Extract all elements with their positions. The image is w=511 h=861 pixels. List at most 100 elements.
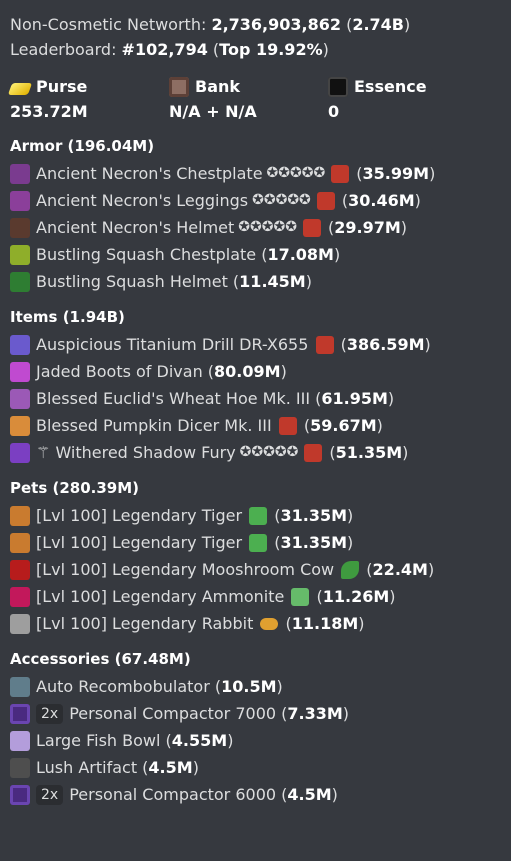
item-price: 30.46M: [348, 191, 415, 210]
items-list: Auspicious Titanium Drill DR-X655 (386.5…: [10, 331, 501, 466]
leaderboard-rank: #102,794: [121, 40, 208, 59]
green-head-icon: [249, 533, 268, 552]
item-price: 386.59M: [346, 335, 425, 354]
item-price: 11.18M: [291, 614, 359, 633]
list-item: Blessed Euclid's Wheat Hoe Mk. III (61.9…: [10, 385, 501, 412]
gold-ingot-icon: [7, 82, 33, 95]
essence-head-icon: [328, 76, 348, 97]
item-price: 22.4M: [372, 560, 428, 579]
item-price: 11.45M: [239, 272, 306, 291]
list-item: Blessed Pumpkin Dicer Mk. III (59.67M): [10, 412, 501, 439]
item-price: 4.5M: [287, 785, 332, 804]
stat-essence: Essence 0: [328, 74, 487, 124]
leaderboard-top: Top 19.92%: [219, 40, 323, 59]
stat-label: Purse: [36, 77, 88, 96]
stars: ✪✪✪✪✪: [266, 165, 326, 181]
list-item: Jaded Boots of Divan (80.09M): [10, 358, 501, 385]
item-price: 61.95M: [321, 389, 388, 408]
stat-value: N/A + N/A: [169, 102, 257, 121]
stats-row: Purse 253.72M Bank N/A + N/A Essence 0: [7, 74, 501, 124]
section-title-items: Items (1.94B): [10, 308, 125, 326]
list-item: Ancient Necron's Helmet ✪✪✪✪✪ (29.97M): [10, 214, 501, 241]
recombobulator-icon: [315, 335, 334, 354]
item-price: 51.35M: [335, 443, 403, 462]
item-price: 59.67M: [310, 416, 377, 435]
recombobulator-icon: [304, 443, 323, 462]
list-item: Auto Recombobulator (10.5M): [10, 673, 501, 700]
creeper-head-icon: [291, 587, 310, 606]
armor-list: Ancient Necron's Chestplate ✪✪✪✪✪ (35.99M…: [10, 160, 501, 295]
networth-value: 2,736,903,862: [211, 15, 341, 34]
bread-icon: [260, 617, 279, 630]
helmet-icon: [10, 217, 30, 238]
chestplate-icon: [10, 163, 30, 184]
stat-label: Essence: [354, 77, 427, 96]
recombobulator-icon: [278, 416, 297, 435]
stars: ✪✪✪✪✪: [252, 192, 311, 208]
stat-label: Bank: [195, 77, 241, 96]
rabbit-icon: [10, 613, 30, 634]
leggings-icon: [10, 190, 30, 211]
stat-value: 253.72M: [10, 102, 88, 121]
dungeon-prefix: ⚚: [36, 443, 51, 462]
dicer-icon: [10, 415, 30, 436]
item-price: 31.35M: [280, 533, 347, 552]
recombobulator-head-icon: [10, 676, 30, 697]
leaderboard-line: Leaderboard: #102,794 (Top 19.92%): [10, 40, 329, 59]
pets-list: [Lvl 100] Legendary Tiger (31.35M) [Lvl …: [10, 502, 501, 637]
list-item: Large Fish Bowl (4.55M): [10, 727, 501, 754]
list-item: [Lvl 100] Legendary Mooshroom Cow (22.4M…: [10, 556, 501, 583]
item-price: 7.33M: [287, 704, 343, 723]
section-title-accessories: Accessories (67.48M): [10, 650, 191, 668]
list-item: Auspicious Titanium Drill DR-X655 (386.5…: [10, 331, 501, 358]
ammonite-icon: [10, 586, 30, 607]
list-item: ⚚ Withered Shadow Fury ✪✪✪✪✪ (51.35M): [10, 439, 501, 466]
mooshroom-icon: [10, 559, 30, 580]
list-item: Ancient Necron's Chestplate ✪✪✪✪✪ (35.99M…: [10, 160, 501, 187]
tiger-icon: [10, 505, 30, 526]
item-price: 80.09M: [214, 362, 281, 381]
list-item: 2x Personal Compactor 6000 (4.5M): [10, 781, 501, 808]
list-item: [Lvl 100] Legendary Tiger (31.35M): [10, 529, 501, 556]
networth-line: Non-Cosmetic Networth: 2,736,903,862 (2.…: [10, 15, 411, 34]
list-item: [Lvl 100] Legendary Tiger (31.35M): [10, 502, 501, 529]
item-price: 35.99M: [362, 164, 430, 183]
item-price: 11.26M: [322, 587, 390, 606]
item-price: 10.5M: [221, 677, 277, 696]
recombobulator-icon: [316, 191, 335, 210]
leaderboard-label: Leaderboard:: [10, 40, 117, 59]
hoe-icon: [10, 388, 30, 409]
stat-purse: Purse 253.72M: [7, 74, 169, 124]
drill-icon: [10, 334, 30, 355]
squash-helmet-icon: [10, 271, 30, 292]
recombobulator-icon: [331, 164, 350, 183]
list-item: Bustling Squash Chestplate (17.08M): [10, 241, 501, 268]
section-title-armor: Armor (196.04M): [10, 137, 155, 155]
stat-bank: Bank N/A + N/A: [169, 74, 328, 124]
compactor-icon: [10, 703, 30, 724]
bank-head-icon: [169, 76, 189, 97]
stars: ✪✪✪✪✪: [239, 444, 299, 460]
stars: ✪✪✪✪✪: [238, 219, 297, 235]
list-item: Bustling Squash Helmet (11.45M): [10, 268, 501, 295]
list-item: [Lvl 100] Legendary Ammonite (11.26M): [10, 583, 501, 610]
item-price: 4.5M: [148, 758, 193, 777]
accessories-list: Auto Recombobulator (10.5M) 2x Personal C…: [10, 673, 501, 808]
list-item: 2x Personal Compactor 7000 (7.33M): [10, 700, 501, 727]
squash-chestplate-icon: [10, 244, 30, 265]
stat-value: 0: [328, 102, 340, 121]
quantity-badge: 2x: [36, 703, 64, 724]
boots-icon: [10, 361, 30, 382]
tiger-icon: [10, 532, 30, 553]
item-price: 31.35M: [280, 506, 347, 525]
item-price: 4.55M: [171, 731, 228, 750]
green-head-icon: [249, 506, 268, 525]
recombobulator-icon: [302, 218, 321, 237]
item-price: 29.97M: [334, 218, 401, 237]
section-title-pets: Pets (280.39M): [10, 479, 140, 497]
compactor-icon: [10, 784, 30, 805]
fish-bowl-icon: [10, 730, 30, 751]
networth-short: 2.74B: [352, 15, 404, 34]
networth-panel: Non-Cosmetic Networth: 2,736,903,862 (2.…: [0, 0, 511, 808]
quantity-badge: 2x: [36, 784, 64, 805]
